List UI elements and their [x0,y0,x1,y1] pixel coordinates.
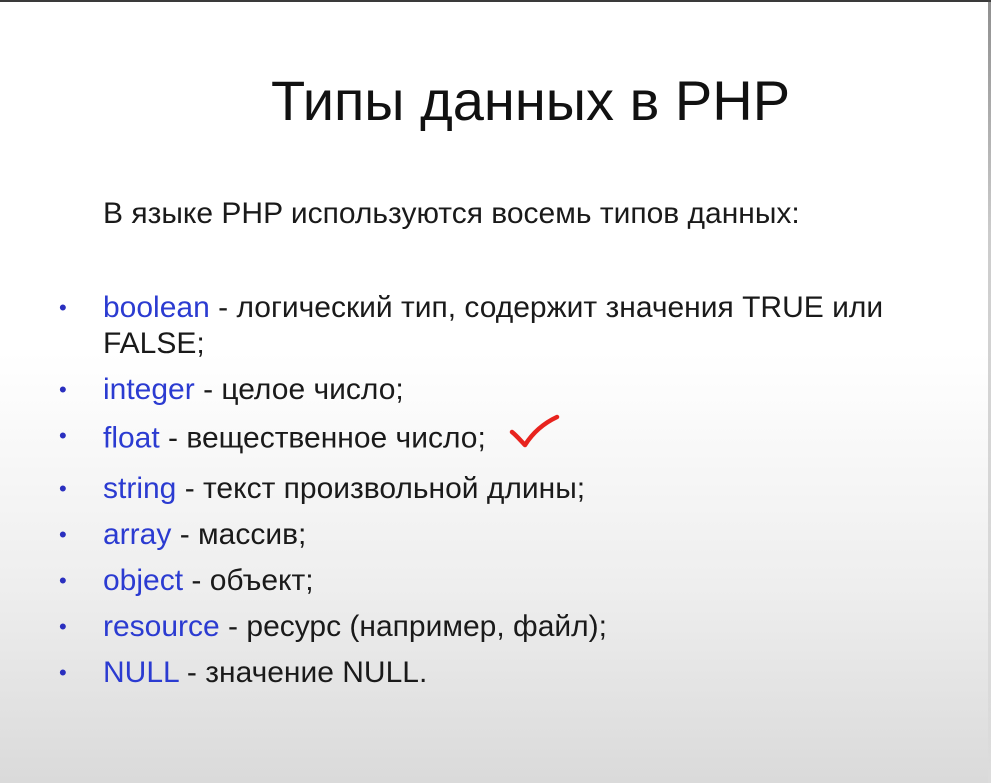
checkmark-icon [508,414,560,457]
list-item: • array - массив; [55,517,965,553]
bullet-icon: • [59,423,67,448]
data-types-list: • boolean - логический тип, содержит зна… [55,290,965,701]
type-description: - объект; [183,564,314,597]
list-item: • integer - целое число; [55,372,965,408]
top-border [0,0,991,2]
type-name: string [103,472,177,505]
type-name: resource [103,610,220,643]
type-description: - значение NULL. [178,656,428,689]
list-item: • boolean - логический тип, содержит зна… [55,290,965,362]
bullet-icon: • [59,522,67,547]
list-item: • string - текст произвольной длины; [55,471,965,507]
type-description: - вещественное число; [159,421,486,455]
type-description: - массив; [171,518,307,551]
type-description: - целое число; [194,373,404,406]
bullet-icon: • [59,568,67,593]
bullet-icon: • [59,660,67,685]
type-name: float [103,421,160,455]
list-item: • object - объект; [55,563,965,599]
bullet-icon: • [59,377,67,402]
list-item: • float - вещественное число; [55,414,965,461]
type-name: array [103,518,172,551]
bullet-icon: • [59,295,67,320]
type-name: integer [103,373,195,406]
bullet-icon: • [59,476,67,501]
bullet-icon: • [59,614,67,639]
type-description: - ресурс (например, файл); [219,610,607,643]
type-description: - текст произвольной длины; [176,472,586,505]
type-name: object [103,564,184,597]
slide-title: Типы данных в PHP [270,69,791,132]
type-name: NULL [103,656,179,689]
type-description: - логический тип, содержит значения TRUE… [103,291,884,360]
list-item: • resource - ресурс (например, файл); [55,609,965,645]
type-name: boolean [103,291,210,324]
slide-subtitle: В языке PHP используются восемь типов да… [103,197,800,230]
list-item: • NULL - значение NULL. [55,655,965,691]
